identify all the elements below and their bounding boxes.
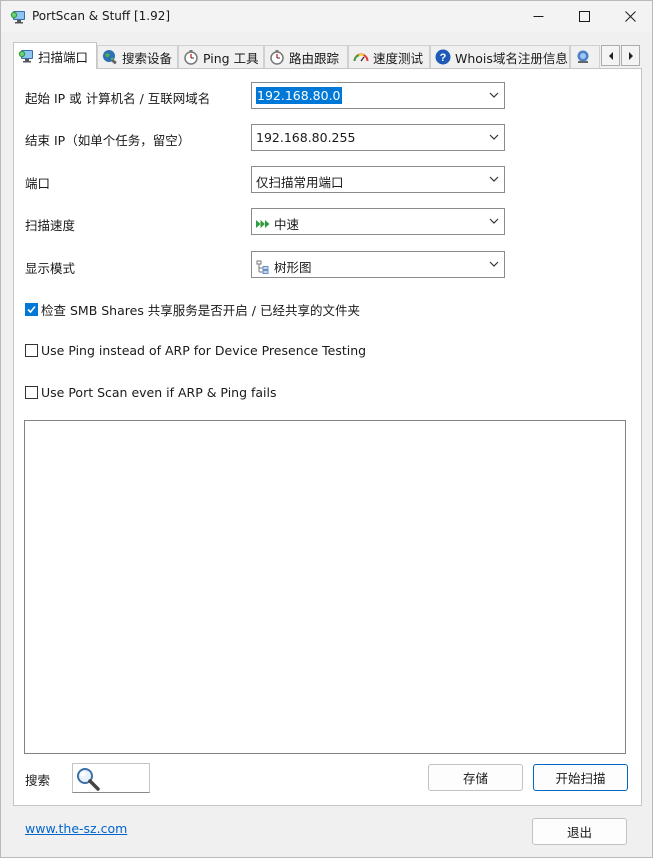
scan-panel: 起始 IP 或 计算机名 / 互联网域名 192.168.80.0 结束 IP（…	[13, 68, 642, 806]
tab-whois[interactable]: ? Whois域名注册信息	[430, 45, 570, 68]
tab-scroll-left-button[interactable]	[601, 45, 620, 66]
network-globe-icon	[577, 50, 589, 63]
speedometer-icon	[353, 53, 369, 62]
display-mode-label: 显示模式	[25, 261, 76, 276]
save-button-label: 存储	[462, 771, 488, 786]
chevron-down-icon[interactable]	[489, 176, 499, 183]
tab-overflow[interactable]	[570, 45, 600, 68]
start-ip-combobox[interactable]: 192.168.80.0	[251, 82, 505, 109]
tab-speed-test[interactable]: 速度测试	[348, 45, 430, 68]
portscan-fallback-label: Use Port Scan even if ARP & Ping fails	[41, 385, 277, 400]
search-label: 搜索	[25, 773, 51, 788]
tab-label: 速度测试	[373, 50, 424, 66]
start-scan-button-label: 开始扫描	[555, 771, 606, 786]
close-button[interactable]	[607, 1, 653, 32]
save-button[interactable]: 存储	[428, 764, 523, 791]
ping-instead-label: Use Ping instead of ARP for Device Prese…	[41, 343, 367, 358]
smb-shares-label: 检查 SMB Shares 共享服务是否开启 / 已经共享的文件夹	[41, 303, 360, 318]
search-input[interactable]	[72, 763, 150, 793]
start-ip-value: 192.168.80.0	[256, 87, 342, 104]
speed-value: 中速	[274, 217, 300, 232]
results-tree-view[interactable]	[24, 420, 626, 754]
tab-label: 搜索设备	[122, 50, 173, 66]
tab-ping-tool[interactable]: Ping 工具	[178, 45, 264, 68]
maximize-icon	[578, 11, 590, 22]
title-bar[interactable]: PortScan & Stuff [1.92]	[1, 1, 652, 32]
tab-label: 扫描端口	[38, 49, 89, 65]
ping-instead-option[interactable]: Use Ping instead of ARP for Device Prese…	[25, 343, 366, 358]
app-window: PortScan & Stuff [1.92] 扫描端口 搜索设备 Ping 工…	[0, 0, 653, 858]
smb-shares-option[interactable]: 检查 SMB Shares 共享服务是否开启 / 已经共享的文件夹	[25, 300, 360, 319]
end-ip-value: 192.168.80.255	[256, 130, 356, 145]
tab-port-scan[interactable]: 扫描端口	[13, 42, 97, 69]
tab-strip: 扫描端口 搜索设备 Ping 工具 路由跟踪 速度测试 ? Whois域名注册信…	[13, 42, 641, 69]
chevron-down-icon[interactable]	[489, 261, 499, 268]
port-value: 仅扫描常用端口	[256, 175, 344, 190]
website-link[interactable]: www.the-sz.com	[25, 821, 127, 836]
speed-label: 扫描速度	[25, 218, 76, 233]
window-title: PortScan & Stuff [1.92]	[32, 9, 171, 23]
tab-label: Ping 工具	[203, 50, 259, 66]
tab-scroll-right-button[interactable]	[621, 45, 640, 66]
portscan-fallback-checkbox[interactable]	[25, 386, 38, 399]
tab-label: Whois域名注册信息	[455, 50, 568, 66]
minimize-button[interactable]	[515, 1, 561, 32]
minimize-icon	[533, 16, 543, 17]
chevron-down-icon[interactable]	[489, 134, 499, 141]
end-ip-label: 结束 IP（如单个任务，留空）	[25, 133, 191, 148]
help-circle-icon: ?	[435, 49, 451, 65]
checkmark-icon	[27, 305, 36, 314]
display-mode-combobox[interactable]: 树形图	[251, 251, 505, 278]
svg-text:?: ?	[440, 52, 447, 64]
smb-shares-checkbox[interactable]	[25, 303, 38, 316]
network-monitor-icon	[18, 50, 33, 63]
globe-search-icon	[103, 50, 117, 65]
tab-label: 路由跟踪	[289, 50, 340, 66]
maximize-button[interactable]	[561, 1, 607, 32]
close-icon	[624, 11, 636, 22]
ping-instead-checkbox[interactable]	[25, 344, 38, 357]
start-ip-label: 起始 IP 或 计算机名 / 互联网域名	[25, 91, 211, 106]
chevron-left-icon	[608, 51, 613, 60]
start-scan-button[interactable]: 开始扫描	[533, 764, 628, 791]
port-combobox[interactable]: 仅扫描常用端口	[251, 166, 505, 193]
fast-forward-icon	[256, 219, 270, 228]
chevron-down-icon[interactable]	[489, 218, 499, 225]
tab-traceroute[interactable]: 路由跟踪	[264, 45, 348, 68]
search-icon	[77, 768, 100, 791]
tree-view-icon	[256, 260, 269, 274]
display-value-wrap: 树形图	[256, 257, 312, 276]
tab-find-devices[interactable]: 搜索设备	[97, 45, 178, 68]
speed-combobox[interactable]: 中速	[251, 208, 505, 235]
port-label: 端口	[25, 176, 51, 191]
stopwatch-icon	[270, 50, 284, 65]
portscan-fallback-option[interactable]: Use Port Scan even if ARP & Ping fails	[25, 385, 277, 400]
speed-value-wrap: 中速	[256, 214, 299, 233]
stopwatch-icon	[184, 50, 198, 65]
exit-button[interactable]: 退出	[532, 818, 627, 845]
exit-button-label: 退出	[566, 825, 592, 840]
end-ip-combobox[interactable]: 192.168.80.255	[251, 124, 505, 151]
display-value: 树形图	[274, 260, 312, 275]
network-monitor-icon	[10, 11, 25, 24]
chevron-right-icon	[628, 51, 633, 60]
chevron-down-icon[interactable]	[489, 92, 499, 99]
